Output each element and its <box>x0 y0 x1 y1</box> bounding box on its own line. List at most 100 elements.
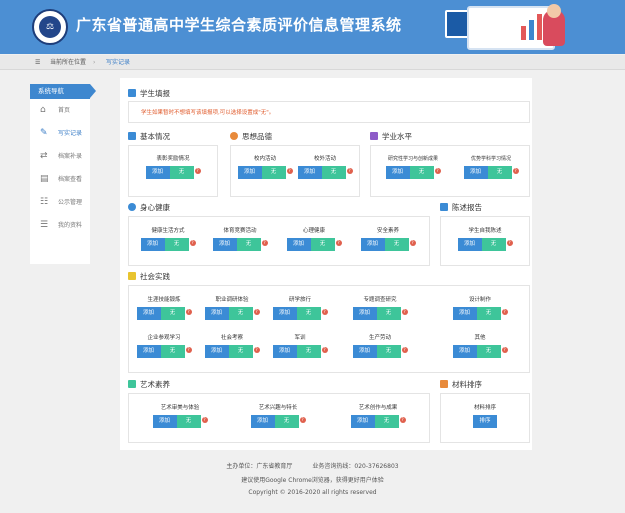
none-button[interactable]: 无 <box>160 345 185 358</box>
banner-person-head <box>547 4 561 18</box>
none-button[interactable]: 无 <box>476 345 501 358</box>
sidebar-item-publicity[interactable]: ☷ 公示管理 <box>30 191 90 214</box>
breadcrumb-current[interactable]: 写实记录 <box>106 55 130 70</box>
item-strength-subject: 优势学科学习情况 添加 无 ? <box>456 152 526 179</box>
item-safety: 安全素养 添加 无 ? <box>354 224 422 251</box>
add-button[interactable]: 添加 <box>272 307 297 320</box>
sort-button[interactable]: 排序 <box>473 415 497 428</box>
help-icon[interactable]: ? <box>286 168 293 174</box>
item-outside-activity: 校外活动 添加 无 ? <box>296 152 354 179</box>
none-button[interactable]: 无 <box>228 345 253 358</box>
home-icon: ⌂ <box>40 105 46 115</box>
add-button[interactable]: 添加 <box>204 307 229 320</box>
none-button[interactable]: 无 <box>169 166 194 179</box>
none-button[interactable]: 无 <box>476 307 501 320</box>
sidebar-item-supplement[interactable]: ⇄ 档案补录 <box>30 145 90 168</box>
help-icon[interactable]: ? <box>335 240 342 246</box>
breadcrumb-location-label: 当前所在位置 <box>50 59 87 66</box>
add-button[interactable]: 添加 <box>272 345 297 358</box>
none-button[interactable]: 无 <box>384 238 409 251</box>
help-icon[interactable]: ? <box>189 240 196 246</box>
add-button[interactable]: 添加 <box>350 415 375 428</box>
sidebar-item-home[interactable]: ⌂ 首页 <box>30 99 90 122</box>
add-button[interactable]: 添加 <box>297 166 322 179</box>
none-button[interactable]: 无 <box>487 166 512 179</box>
sidebar-item-view-archive[interactable]: ▤ 档案查看 <box>30 168 90 191</box>
none-button[interactable]: 无 <box>409 166 434 179</box>
none-button[interactable]: 无 <box>374 415 399 428</box>
help-icon[interactable]: ? <box>506 240 513 246</box>
help-icon[interactable]: ? <box>401 309 408 315</box>
help-icon[interactable]: ? <box>185 347 192 353</box>
none-button[interactable]: 无 <box>296 307 321 320</box>
help-icon[interactable]: ? <box>299 417 306 423</box>
none-button[interactable]: 无 <box>321 166 346 179</box>
add-button[interactable]: 添加 <box>463 166 488 179</box>
item-label: 学生自我陈述 <box>468 228 502 234</box>
add-button[interactable]: 添加 <box>457 238 482 251</box>
add-button[interactable]: 添加 <box>237 166 262 179</box>
notice-text: 学生如果暂时不想填写该填报项,可以选择设置成"无"。 <box>128 101 530 123</box>
help-icon[interactable]: ? <box>501 309 508 315</box>
none-button[interactable]: 无 <box>274 415 299 428</box>
sidebar-item-label: 写实记录 <box>58 130 83 137</box>
sidebar-item-profile[interactable]: ☰ 我的资料 <box>30 214 90 237</box>
none-button[interactable]: 无 <box>228 307 253 320</box>
help-icon[interactable]: ? <box>346 168 353 174</box>
sidebar-item-label: 首页 <box>58 107 71 114</box>
item-label: 专题调查研究 <box>363 297 397 303</box>
item-label: 优势学科学习情况 <box>470 156 511 162</box>
none-button[interactable]: 无 <box>160 307 185 320</box>
none-button[interactable]: 无 <box>481 238 506 251</box>
add-button[interactable]: 添加 <box>212 238 237 251</box>
add-button[interactable]: 添加 <box>360 238 385 251</box>
item-label: 军训 <box>294 335 306 341</box>
help-icon[interactable]: ? <box>194 168 201 174</box>
help-icon[interactable]: ? <box>401 347 408 353</box>
add-button[interactable]: 添加 <box>352 307 377 320</box>
help-icon[interactable]: ? <box>185 309 192 315</box>
add-button[interactable]: 添加 <box>250 415 275 428</box>
item-label: 艺术审美与体验 <box>160 405 200 411</box>
none-button[interactable]: 无 <box>176 415 201 428</box>
add-button[interactable]: 添加 <box>145 166 170 179</box>
help-icon[interactable]: ? <box>321 309 328 315</box>
none-button[interactable]: 无 <box>236 238 261 251</box>
add-button[interactable]: 添加 <box>452 345 477 358</box>
sort-icon <box>440 380 448 388</box>
item-art-creation: 艺术创作与成果 添加 无 ? <box>344 401 412 428</box>
help-icon[interactable]: ? <box>399 417 406 423</box>
add-button[interactable]: 添加 <box>204 345 229 358</box>
sidebar-item-records[interactable]: ✎ 写实记录 <box>30 122 90 145</box>
add-button[interactable]: 添加 <box>136 307 161 320</box>
item-actions: 添加 无 ? <box>354 238 422 251</box>
add-button[interactable]: 添加 <box>136 345 161 358</box>
add-button[interactable]: 添加 <box>286 238 311 251</box>
none-button[interactable]: 无 <box>376 345 401 358</box>
item-label: 研学旅行 <box>288 297 311 303</box>
none-button[interactable]: 无 <box>164 238 189 251</box>
item-art-appreciation: 艺术审美与体验 添加 无 ? <box>146 401 214 428</box>
item-label: 艺术兴趣与特长 <box>258 405 298 411</box>
add-button[interactable]: 添加 <box>385 166 410 179</box>
none-button[interactable]: 无 <box>376 307 401 320</box>
none-button[interactable]: 无 <box>261 166 286 179</box>
none-button[interactable]: 无 <box>296 345 321 358</box>
add-button[interactable]: 添加 <box>452 307 477 320</box>
none-button[interactable]: 无 <box>310 238 335 251</box>
add-button[interactable]: 添加 <box>352 345 377 358</box>
add-button[interactable]: 添加 <box>140 238 165 251</box>
help-icon[interactable]: ? <box>512 168 519 174</box>
help-icon[interactable]: ? <box>501 347 508 353</box>
section-title-academic: 学业水平 <box>370 131 412 142</box>
help-icon[interactable]: ? <box>253 347 260 353</box>
item-label: 企业参观学习 <box>147 335 181 341</box>
help-icon[interactable]: ? <box>201 417 208 423</box>
add-button[interactable]: 添加 <box>152 415 177 428</box>
help-icon[interactable]: ? <box>261 240 268 246</box>
help-icon[interactable]: ? <box>253 309 260 315</box>
help-icon[interactable]: ? <box>409 240 416 246</box>
item-actions: 添加 无 ? <box>134 238 202 251</box>
help-icon[interactable]: ? <box>321 347 328 353</box>
help-icon[interactable]: ? <box>434 168 441 174</box>
